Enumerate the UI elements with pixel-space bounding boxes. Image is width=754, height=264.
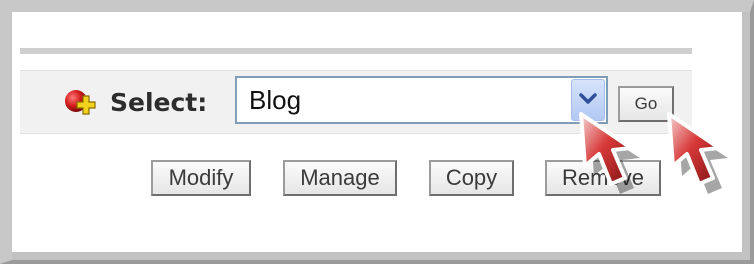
- select-value: Blog: [249, 85, 302, 115]
- pointer-cursor-icon: [575, 110, 645, 202]
- copy-button[interactable]: Copy: [429, 160, 514, 196]
- modify-button[interactable]: Modify: [151, 160, 251, 196]
- select-label: Select:: [110, 88, 208, 117]
- site-select[interactable]: Blog: [235, 76, 608, 124]
- chevron-down-icon: [579, 93, 597, 104]
- pointer-cursor-icon: [663, 110, 733, 202]
- add-icon: [64, 88, 98, 116]
- manage-button[interactable]: Manage: [283, 160, 397, 196]
- divider: [20, 48, 692, 54]
